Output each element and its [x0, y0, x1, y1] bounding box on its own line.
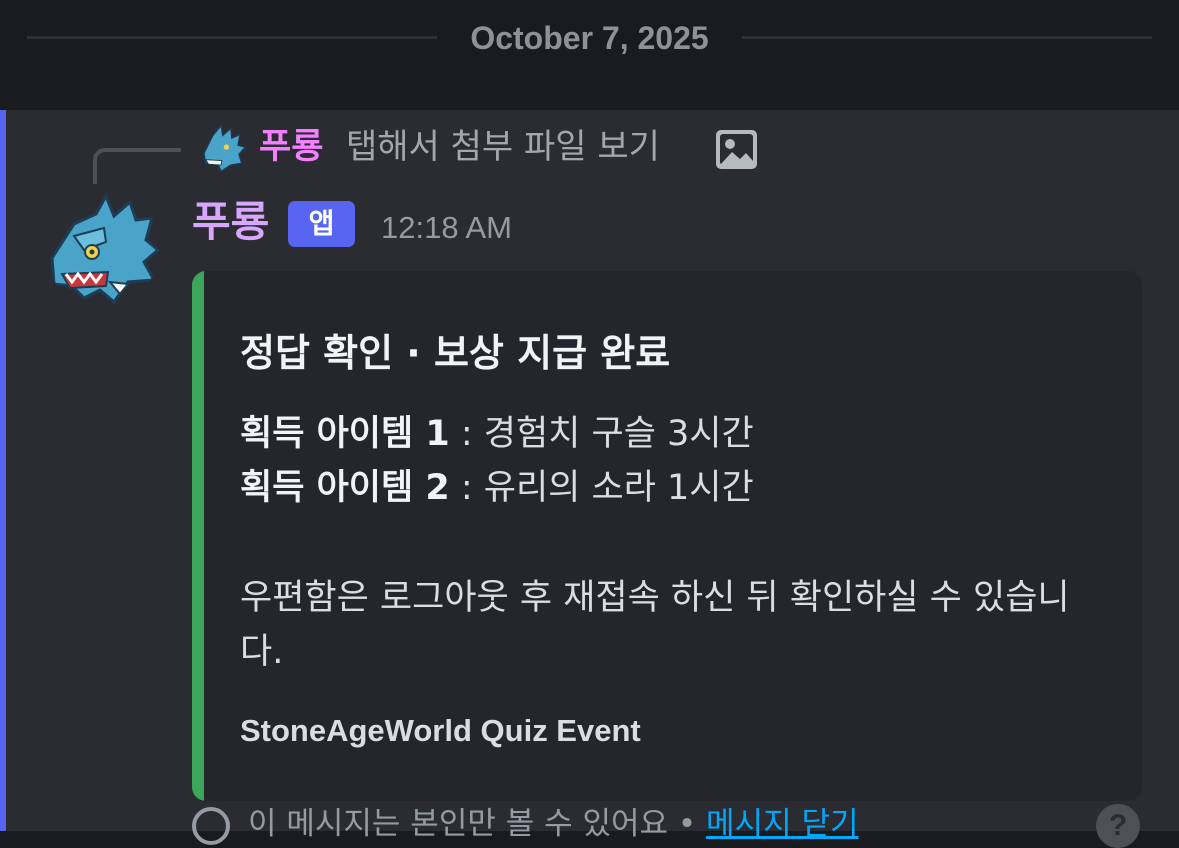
reply-avatar[interactable]	[195, 122, 247, 174]
author-avatar[interactable]	[44, 190, 160, 306]
author-name[interactable]: 푸룡	[192, 194, 269, 250]
divider-line-right	[742, 36, 1152, 39]
embed-item-line: 획득 아이템 1 : 경험치 구슬 3시간	[240, 409, 754, 459]
date-divider-label: October 7, 2025	[470, 20, 709, 56]
embed-footer: StoneAgeWorld Quiz Event	[240, 713, 641, 748]
ephemeral-notice: 이 메시지는 본인만 볼 수 있어요 • 메시지 닫기	[192, 804, 859, 845]
message-embed: 정답 확인 · 보상 지급 완료 획득 아이템 1 : 경험치 구슬 3시간 획…	[192, 271, 1142, 801]
reply-preview-text[interactable]: 탭해서 첨부 파일 보기	[346, 124, 660, 170]
ephemeral-text: 이 메시지는 본인만 볼 수 있어요 •	[248, 806, 707, 842]
divider-line-left	[27, 36, 437, 39]
embed-item-value: : 유리의 소라 1시간	[449, 468, 754, 508]
date-divider: October 7, 2025	[0, 0, 1179, 110]
embed-title: 정답 확인 · 보상 지급 완료	[240, 331, 671, 375]
embed-color-stripe	[192, 271, 204, 801]
embed-item-label: 획득 아이템 2	[240, 468, 450, 508]
reply-connector	[93, 148, 181, 184]
message-timestamp[interactable]: 12:18 AM	[381, 206, 512, 250]
reply-author-name[interactable]: 푸룡	[259, 124, 323, 170]
embed-item-label: 획득 아이템 1	[240, 414, 450, 454]
eye-icon	[192, 806, 230, 845]
app-badge: 앱	[288, 201, 355, 247]
help-icon[interactable]: ?	[1096, 804, 1140, 848]
embed-item-line: 획득 아이템 2 : 유리의 소라 1시간	[240, 463, 754, 513]
message-container: 푸룡 탭해서 첨부 파일 보기 푸룡 앱 12:18 AM 정답 확인 · 보상…	[0, 110, 1179, 848]
dragon-avatar-icon	[50, 192, 160, 305]
dismiss-message-link[interactable]: 메시지 닫기	[706, 806, 858, 842]
embed-notice: 우편함은 로그아웃 후 재접속 하신 뒤 확인하실 수 있습니다.	[240, 578, 1070, 672]
highlight-bar	[0, 110, 6, 831]
dragon-avatar-icon	[203, 124, 247, 173]
image-icon	[716, 130, 757, 169]
embed-item-value: : 경험치 구슬 3시간	[449, 414, 754, 454]
